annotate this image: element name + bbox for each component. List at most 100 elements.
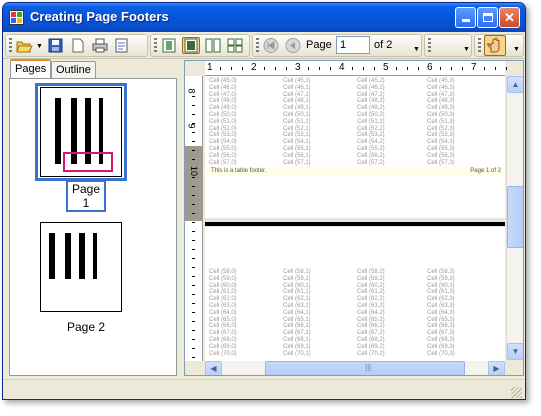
save-button[interactable] <box>47 37 65 54</box>
tools-overflow-arrow[interactable]: ▼ <box>513 46 520 53</box>
page-thumbnail-1[interactable] <box>40 87 122 177</box>
horizontal-scroll-thumb[interactable]: ||| <box>265 361 465 375</box>
table-cell: Cell (56,2) <box>357 152 385 159</box>
ruler-tick <box>192 159 195 160</box>
table-cell: Cell (65,1) <box>283 316 311 323</box>
table-cell: Cell (69,2) <box>357 343 385 350</box>
page-setup-button[interactable] <box>113 37 131 54</box>
table-cell: Cell (57,1) <box>283 159 311 166</box>
table-cell: Cell (55,3) <box>427 146 455 152</box>
ruler-tick <box>192 177 195 178</box>
ruler-number: 9 <box>186 123 197 129</box>
table-cell: Cell (64,3) <box>427 309 455 316</box>
table-cell: Cell (68,2) <box>357 337 385 343</box>
first-page-button[interactable] <box>262 37 280 54</box>
table-cell: Cell (55,2) <box>357 146 385 152</box>
resize-grip[interactable] <box>511 387 522 398</box>
open-icon <box>16 41 33 53</box>
table-cell: Cell (65,0) <box>209 316 237 323</box>
table-cell: Cell (47,2) <box>357 91 385 98</box>
page-thumbnail-2[interactable] <box>40 222 122 312</box>
minimize-button[interactable] <box>455 7 476 28</box>
tab-pages[interactable]: Pages <box>10 59 52 78</box>
print-icon <box>92 38 108 53</box>
title-bar[interactable]: Creating Page Footers ✕ <box>3 3 525 32</box>
table-row: Cell (70,0) Cell (70,1) Cell (70,2) Cell (7… <box>205 351 505 359</box>
ruler-tick <box>192 213 195 214</box>
table-cell: Cell (52,1) <box>283 125 311 132</box>
ruler-tick <box>264 67 265 70</box>
single-page-button[interactable] <box>160 37 178 54</box>
table-cell: Cell (62,0) <box>209 296 237 303</box>
page-number-input[interactable] <box>336 36 370 54</box>
scroll-left-button[interactable]: ◀ <box>205 361 222 375</box>
table-cell: Cell (63,2) <box>357 303 385 309</box>
new-button[interactable] <box>69 37 87 54</box>
tab-outline[interactable]: Outline <box>51 61 96 78</box>
ruler-tick <box>192 222 195 223</box>
vertical-scroll-thumb[interactable] <box>507 186 523 248</box>
ruler-number: 3 <box>295 62 301 73</box>
table-cell: Cell (70,2) <box>357 350 385 357</box>
toolbar-grip[interactable] <box>478 38 481 53</box>
table-cell: Cell (61,1) <box>283 289 311 296</box>
horizontal-ruler: 1 2 3 4 5 6 7 <box>205 61 507 76</box>
open-button[interactable] <box>15 37 33 54</box>
thumbnail-list[interactable]: Page 1 Page 2 <box>9 78 177 376</box>
table-cell: Cell (64,1) <box>283 309 311 316</box>
toolbar-grip[interactable] <box>9 38 12 53</box>
preview-pane[interactable]: 1234567 8 9 10 Cell (45,0) Cell (45,1) Cell … <box>184 60 524 376</box>
pane-splitter[interactable] <box>179 60 183 378</box>
open-dropdown-arrow[interactable]: ▼ <box>36 43 43 50</box>
fit-page-button[interactable] <box>182 37 200 54</box>
status-bar <box>3 379 525 399</box>
table-cell: Cell (58,1) <box>283 269 311 275</box>
multi-page-button[interactable] <box>226 37 244 54</box>
table-cell: Cell (59,0) <box>209 275 237 282</box>
print-button[interactable] <box>91 37 109 54</box>
two-page-icon <box>205 38 221 53</box>
navigation-overflow-arrow[interactable]: ▼ <box>413 46 420 53</box>
new-icon <box>72 38 84 53</box>
table-cell: Cell (53,2) <box>357 132 385 139</box>
table-cell: Cell (51,1) <box>283 118 311 125</box>
previous-page-button[interactable] <box>284 37 302 54</box>
toolbar-grip[interactable] <box>256 38 259 53</box>
table-cell: Cell (49,1) <box>283 105 311 112</box>
toolbar-grip[interactable] <box>428 38 431 53</box>
ruler-tick <box>352 67 353 70</box>
maximize-button[interactable] <box>477 7 498 28</box>
toolbar-grip[interactable] <box>154 38 157 53</box>
table-cell: Cell (57,3) <box>427 159 455 166</box>
table-cell: Cell (56,0) <box>209 152 237 159</box>
table-cell: Cell (61,3) <box>427 289 455 296</box>
scroll-right-button[interactable]: ▶ <box>488 361 505 375</box>
ruler-tick <box>192 312 195 313</box>
hand-tool-icon <box>487 37 500 53</box>
table-cell: Cell (68,0) <box>209 337 237 343</box>
scroll-down-button[interactable]: ▼ <box>507 343 523 360</box>
table-cell: Cell (58,0) <box>209 269 237 275</box>
table-cell: Cell (67,0) <box>209 330 237 337</box>
horizontal-scrollbar[interactable]: ◀ ||| ▶ <box>205 361 505 375</box>
table-cell: Cell (56,3) <box>427 152 455 159</box>
close-button[interactable]: ✕ <box>499 7 520 28</box>
table-cell: Cell (54,0) <box>209 139 237 146</box>
table-cell: Cell (69,1) <box>283 343 311 350</box>
table-cell: Cell (66,0) <box>209 323 237 330</box>
table-cell: Cell (49,2) <box>357 105 385 112</box>
vertical-scrollbar[interactable]: ▲ ▼ <box>506 76 523 360</box>
two-page-button[interactable] <box>204 37 222 54</box>
table-cell: Cell (62,1) <box>283 296 311 303</box>
window-title: Creating Page Footers <box>30 9 169 24</box>
ruler-tick <box>192 285 195 286</box>
hand-tool-button[interactable] <box>484 35 506 56</box>
page-label: Page <box>306 39 332 51</box>
zoom-overflow-arrow[interactable]: ▼ <box>463 46 470 53</box>
page-number-text: Page 1 of 2 <box>470 168 501 174</box>
table-cell: Cell (60,0) <box>209 282 237 289</box>
first-page-icon <box>263 38 279 53</box>
table-cell: Cell (62,2) <box>357 296 385 303</box>
document-view[interactable]: Cell (45,0) Cell (45,1) Cell (45,2) Cell (4… <box>205 76 505 361</box>
scroll-up-button[interactable]: ▲ <box>507 76 523 93</box>
